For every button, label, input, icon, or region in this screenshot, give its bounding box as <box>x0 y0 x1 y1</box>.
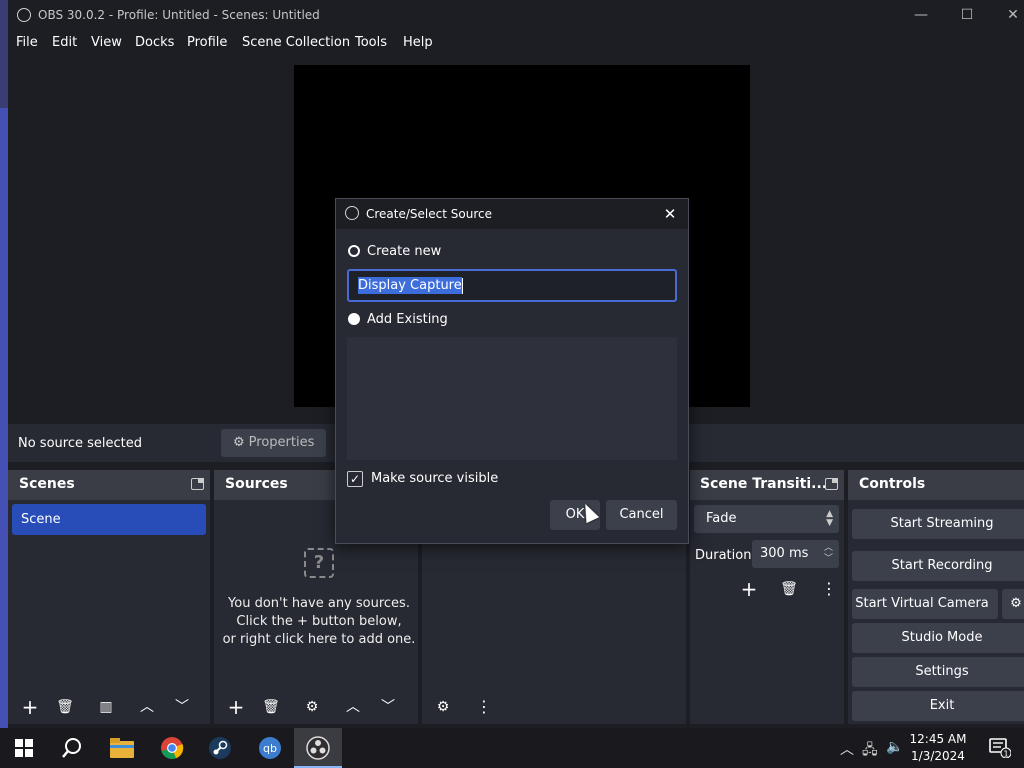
virtual-camera-settings-icon[interactable]: ⚙ <box>1002 589 1024 619</box>
duration-label: Duration <box>695 548 752 563</box>
dialog-title-bar: Create/Select Source ✕ <box>336 199 688 229</box>
move-down-icon[interactable]: ﹀ <box>373 692 403 722</box>
desktop-background-strip <box>0 0 8 728</box>
dialog-close-button[interactable]: ✕ <box>660 203 680 225</box>
exit-button[interactable]: Exit <box>852 691 1024 721</box>
menu-bar: File Edit View Docks Profile Scene Colle… <box>8 30 1024 56</box>
move-down-icon[interactable]: ﹀ <box>167 692 197 722</box>
volume-muted-icon[interactable]: 🔈 <box>886 739 903 755</box>
steam-icon[interactable] <box>196 728 244 768</box>
add-existing-radio[interactable] <box>348 313 360 325</box>
notification-count: 1 <box>1003 750 1008 759</box>
window-title: OBS 30.0.2 - Profile: Untitled - Scenes:… <box>38 8 320 22</box>
scene-list-item[interactable]: Scene <box>12 504 206 535</box>
clock-date: 1/3/2024 <box>911 749 965 763</box>
controls-dock: Controls Start Streaming Start Recording… <box>848 470 1024 724</box>
add-existing-label[interactable]: Add Existing <box>367 312 448 327</box>
search-icon[interactable] <box>48 728 96 768</box>
add-source-icon[interactable]: + <box>221 692 251 722</box>
start-virtual-camera-button[interactable]: Start Virtual Camera <box>852 589 998 619</box>
move-up-icon[interactable]: ︿ <box>338 692 368 722</box>
menu-tools[interactable]: Tools <box>355 35 387 50</box>
title-bar: OBS 30.0.2 - Profile: Untitled - Scenes:… <box>8 0 1024 30</box>
properties-label: Properties <box>248 435 315 450</box>
scenes-title: Scenes <box>19 476 75 492</box>
trash-icon[interactable]: 🗑 <box>256 692 286 722</box>
existing-sources-list[interactable] <box>347 337 677 460</box>
menu-file[interactable]: File <box>16 35 38 50</box>
add-transition-icon[interactable]: + <box>734 574 764 604</box>
updown-arrows-icon: ▲ ▼ <box>826 509 833 528</box>
chevron-up-icon[interactable]: ︿ <box>840 739 854 759</box>
clock[interactable]: 12:45 AM 1/3/2024 <box>903 731 973 765</box>
menu-scene-collection[interactable]: Scene Collection <box>242 35 350 50</box>
network-icon[interactable]: 🖧 <box>862 739 878 763</box>
move-up-icon[interactable]: ︿ <box>132 692 162 722</box>
notification-center-icon[interactable]: 1 <box>976 728 1024 768</box>
obs-taskbar-icon[interactable] <box>294 728 342 768</box>
undock-icon[interactable] <box>191 478 204 490</box>
file-explorer-icon[interactable] <box>98 728 146 768</box>
obs-logo-icon <box>345 206 359 220</box>
source-name-input[interactable]: Display Capture <box>347 269 677 302</box>
menu-docks[interactable]: Docks <box>135 35 174 50</box>
windows-start-icon[interactable] <box>0 728 48 768</box>
empty-sources-line-2: Click the + button below, <box>236 614 402 629</box>
advanced-audio-gear-icon[interactable]: ⚙ <box>428 692 458 722</box>
dialog-title: Create/Select Source <box>366 207 492 221</box>
cancel-button[interactable]: Cancel <box>606 500 677 530</box>
gear-icon[interactable]: ⚙ <box>297 692 327 722</box>
maximize-button[interactable]: ☐ <box>952 4 982 26</box>
close-button[interactable]: ✕ <box>998 4 1024 26</box>
spin-arrows-icon[interactable]: ︿ ﹀ <box>824 540 833 565</box>
more-options-icon[interactable]: ⋮ <box>814 574 844 604</box>
trash-icon[interactable]: 🗑 <box>774 574 804 604</box>
empty-sources-line-3: or right click here to add one. <box>222 632 416 647</box>
start-streaming-button[interactable]: Start Streaming <box>852 509 1024 539</box>
more-options-icon[interactable]: ⋮ <box>469 692 499 722</box>
studio-mode-button[interactable]: Studio Mode <box>852 623 1024 653</box>
make-visible-checkbox[interactable]: ✓ <box>347 471 363 487</box>
properties-button[interactable]: ⚙ Properties <box>221 429 326 457</box>
scenes-dock: Scenes Scene + 🗑 ▥ ︿ ﹀ <box>8 470 210 724</box>
obs-logo-icon <box>17 8 31 22</box>
start-recording-button[interactable]: Start Recording <box>852 551 1024 581</box>
chrome-icon[interactable] <box>148 728 196 768</box>
gear-icon: ⚙ <box>233 435 245 450</box>
scene-filters-icon[interactable]: ▥ <box>91 692 121 722</box>
duration-spinbox[interactable]: 300 ms ︿ ﹀ <box>752 540 839 568</box>
minimize-button[interactable]: — <box>906 4 936 26</box>
create-new-radio[interactable] <box>348 245 360 257</box>
clock-time: 12:45 AM <box>909 732 967 746</box>
scene-transitions-dock: Scene Transiti... Fade ▲ ▼ Duration 300 m… <box>690 470 844 724</box>
add-scene-icon[interactable]: + <box>15 692 45 722</box>
undock-icon[interactable] <box>825 478 838 490</box>
qbittorrent-icon[interactable]: qb <box>246 728 294 768</box>
no-source-label: No source selected <box>18 436 142 451</box>
sources-title: Sources <box>225 476 288 492</box>
question-icon: ? <box>304 548 334 578</box>
menu-view[interactable]: View <box>91 35 122 50</box>
create-new-label[interactable]: Create new <box>367 244 441 259</box>
svg-text:qb: qb <box>263 742 277 755</box>
controls-title: Controls <box>859 476 926 492</box>
trash-icon[interactable]: 🗑 <box>50 692 80 722</box>
empty-sources-line-1: You don't have any sources. <box>228 596 410 611</box>
menu-edit[interactable]: Edit <box>52 35 77 50</box>
transitions-title: Scene Transiti... <box>700 476 828 492</box>
taskbar: qb ︿ 🖧 🔈 12:45 AM 1/3/2024 1 <box>0 728 1024 768</box>
transition-select[interactable]: Fade ▲ ▼ <box>694 505 839 533</box>
menu-profile[interactable]: Profile <box>187 35 227 50</box>
make-visible-label[interactable]: Make source visible <box>371 471 498 486</box>
create-select-source-dialog: Create/Select Source ✕ Create new Displa… <box>335 198 689 544</box>
menu-help[interactable]: Help <box>403 35 433 50</box>
settings-button[interactable]: Settings <box>852 657 1024 687</box>
